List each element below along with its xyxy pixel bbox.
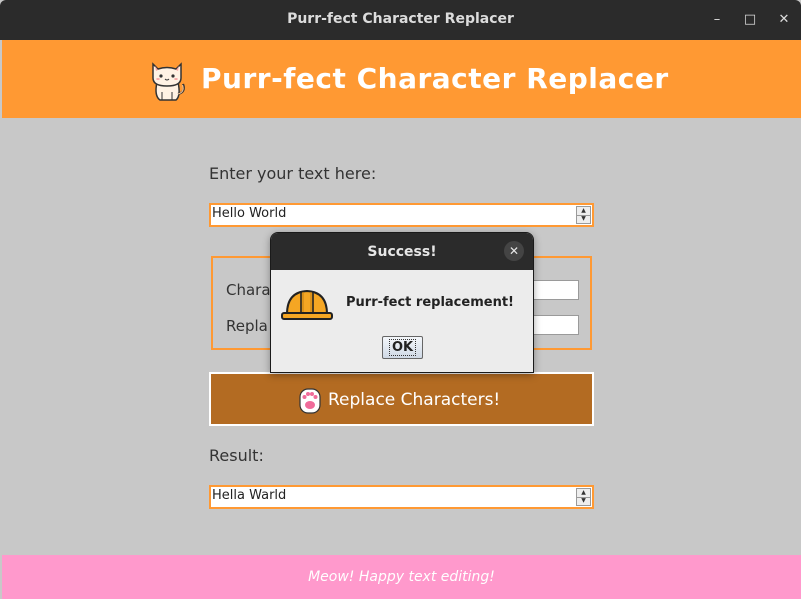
success-dialog: Success! ✕ Purr-fect replacement! OK [270,232,534,373]
ok-button-label: OK [388,339,417,356]
text-input-value: Hello World [212,206,287,221]
header-title: Purr-fect Character Replacer [201,62,669,95]
result-label: Result: [209,446,264,465]
dialog-title: Success! [367,244,437,260]
app-footer: Meow! Happy text editing! [2,555,801,599]
char-to-replace-input[interactable] [533,280,579,300]
result-output[interactable]: Hella Warld ▲ ▼ [209,485,594,509]
text-input[interactable]: Hello World ▲ ▼ [209,203,594,227]
char-to-replace-label: Chara [226,281,271,299]
dialog-title-bar: Success! ✕ [271,233,533,270]
replace-with-input[interactable] [533,315,579,335]
footer-text: Meow! Happy text editing! [308,569,495,585]
replace-button-label: Replace Characters! [328,390,501,410]
dialog-message: Purr-fect replacement! [346,295,514,310]
minimize-icon[interactable]: – [706,9,728,31]
result-value: Hella Warld [212,488,287,503]
app-window: Purr-fect Character Replacer – □ ✕ Purr-… [0,0,801,599]
paw-icon [299,388,321,414]
spinner-down-icon[interactable]: ▼ [577,215,590,223]
hard-hat-icon [281,289,333,320]
close-icon[interactable]: ✕ [773,9,795,31]
spinner-down-icon[interactable]: ▼ [577,497,590,505]
window-title: Purr-fect Character Replacer [287,11,514,27]
result-scroll-spinner[interactable]: ▲ ▼ [576,488,591,506]
maximize-icon[interactable]: □ [739,9,761,31]
input-label: Enter your text here: [209,164,377,183]
replace-with-label: Repla [226,317,268,335]
ok-button[interactable]: OK [382,336,423,359]
replace-characters-button[interactable]: Replace Characters! [209,372,594,426]
title-bar: Purr-fect Character Replacer – □ ✕ [0,0,801,40]
cat-icon [152,62,185,101]
app-header: Purr-fect Character Replacer [2,40,801,118]
input-scroll-spinner[interactable]: ▲ ▼ [576,206,591,224]
close-icon[interactable]: ✕ [504,241,524,261]
